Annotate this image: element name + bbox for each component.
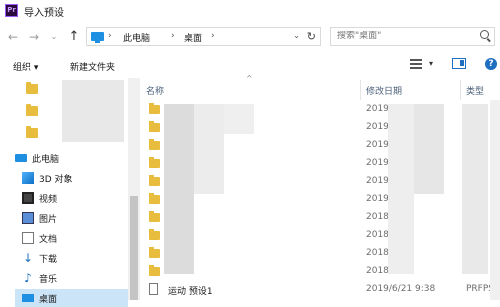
- sidebar-item-desktop[interactable]: 桌面: [15, 289, 128, 307]
- refresh-icon[interactable]: ↻: [307, 30, 316, 43]
- organize-button[interactable]: 组织 ▾: [13, 60, 38, 73]
- column-header-name[interactable]: 名称: [146, 84, 164, 97]
- sort-ascending-icon: ^: [246, 74, 253, 83]
- search-input[interactable]: [337, 31, 457, 41]
- file-date: 2018: [366, 230, 389, 240]
- search-box[interactable]: [330, 27, 495, 46]
- quick-access-folder-icon[interactable]: [26, 82, 38, 94]
- folder-icon: [149, 229, 160, 240]
- file-date: 2019: [366, 194, 389, 204]
- folder-icon: [149, 157, 160, 168]
- 3d-objects-icon: [22, 172, 34, 184]
- file-list-header: [140, 78, 500, 100]
- document-icon: [22, 232, 34, 244]
- file-date: 2018: [366, 266, 389, 276]
- redacted-area: [388, 104, 414, 274]
- address-dropdown-chevron-icon[interactable]: ⌄: [293, 31, 300, 40]
- breadcrumb-separator-icon[interactable]: ›: [108, 31, 112, 41]
- folder-icon: [149, 211, 160, 222]
- sidebar-item-this-pc[interactable]: 此电脑: [15, 149, 121, 167]
- title-bar: [0, 0, 500, 22]
- premiere-app-icon: Pr: [5, 4, 18, 17]
- sidebar-item-pictures[interactable]: 图片: [22, 209, 128, 227]
- file-date: 2019: [366, 176, 389, 186]
- file-date: 2018: [366, 212, 389, 222]
- help-icon[interactable]: ?: [485, 58, 497, 70]
- forward-arrow-icon[interactable]: →: [27, 30, 41, 44]
- sidebar-item-label: 视频: [39, 195, 58, 205]
- preset-file-icon: [149, 283, 158, 295]
- search-icon[interactable]: [480, 30, 489, 39]
- quick-access-folder-icon[interactable]: [26, 104, 38, 116]
- file-list-scrollbar[interactable]: [490, 100, 500, 300]
- folder-icon: [149, 175, 160, 186]
- sidebar-item-label: 桌面: [39, 295, 58, 305]
- sidebar-item-music[interactable]: ♪ 音乐: [22, 269, 128, 287]
- back-arrow-icon[interactable]: ←: [6, 30, 20, 44]
- folder-icon: [149, 121, 160, 132]
- file-date: 2019: [366, 158, 389, 168]
- sidebar-item-label: 3D 对象: [39, 175, 73, 185]
- folder-icon: [149, 193, 160, 204]
- file-date: 2018: [366, 248, 389, 258]
- new-folder-button[interactable]: 新建文件夹: [70, 60, 115, 73]
- sidebar-item-label: 音乐: [39, 275, 58, 285]
- table-row[interactable]: 运动 预设1 2019/6/21 9:38 PRFPS: [140, 281, 500, 299]
- table-row[interactable]: 2018: [140, 263, 500, 281]
- redacted-area: [462, 104, 488, 274]
- sidebar-item-label: 此电脑: [32, 155, 60, 165]
- video-icon: [22, 192, 34, 204]
- folder-icon: [149, 103, 160, 114]
- computer-icon: [91, 32, 104, 43]
- folder-icon: [149, 247, 160, 258]
- desktop-icon: [22, 294, 34, 302]
- column-divider[interactable]: [460, 80, 461, 100]
- breadcrumb-desktop[interactable]: 桌面: [184, 31, 202, 44]
- redacted-area: [414, 104, 444, 194]
- table-row[interactable]: 2018: [140, 245, 500, 263]
- column-header-type[interactable]: 类型: [466, 84, 484, 97]
- download-arrow-icon: ↓: [22, 251, 34, 265]
- up-arrow-icon[interactable]: ↑: [67, 30, 81, 44]
- table-row[interactable]: 2018: [140, 209, 500, 227]
- redacted-area: [224, 104, 254, 134]
- file-date: 2019: [366, 140, 389, 150]
- sidebar-item-label: 下载: [39, 255, 58, 265]
- view-options-icon[interactable]: [410, 59, 422, 69]
- file-name: 运动 预设1: [168, 287, 213, 297]
- table-row[interactable]: 2018: [140, 227, 500, 245]
- breadcrumb-separator-icon[interactable]: ›: [211, 31, 215, 41]
- sidebar-item-downloads[interactable]: ↓ 下载: [22, 249, 128, 267]
- redacted-area: [194, 104, 224, 194]
- computer-icon: [15, 154, 27, 162]
- pictures-icon: [22, 212, 34, 224]
- sidebar-item-videos[interactable]: 视频: [22, 189, 128, 207]
- navigation-scrollbar-thumb[interactable]: [130, 196, 138, 300]
- redacted-area: [62, 80, 124, 142]
- breadcrumb-this-pc[interactable]: 此电脑: [123, 31, 150, 44]
- column-header-date[interactable]: 修改日期: [366, 84, 402, 97]
- view-dropdown-icon[interactable]: ▾: [429, 59, 433, 68]
- file-date: 2019: [366, 104, 389, 114]
- sidebar-item-3d-objects[interactable]: 3D 对象: [22, 169, 128, 187]
- window-title: 导入预设: [24, 8, 64, 19]
- quick-access-folder-icon[interactable]: [26, 126, 38, 138]
- recent-locations-chevron-icon[interactable]: ⌄: [47, 30, 61, 44]
- file-date: 2019: [366, 122, 389, 132]
- file-date: 2019/6/21 9:38: [366, 284, 436, 294]
- sidebar-item-documents[interactable]: 文档: [22, 229, 128, 247]
- preview-pane-icon[interactable]: [452, 58, 466, 69]
- sidebar-item-label: 文档: [39, 235, 58, 245]
- sidebar-item-label: 图片: [39, 215, 58, 225]
- music-note-icon: ♪: [24, 271, 32, 285]
- redacted-area: [164, 104, 194, 274]
- folder-icon: [149, 265, 160, 276]
- folder-icon: [149, 139, 160, 150]
- address-bar[interactable]: › 此电脑 › 桌面 › ⌄ ↻: [86, 27, 321, 46]
- breadcrumb-separator-icon[interactable]: ›: [171, 31, 175, 41]
- column-divider[interactable]: [360, 80, 361, 100]
